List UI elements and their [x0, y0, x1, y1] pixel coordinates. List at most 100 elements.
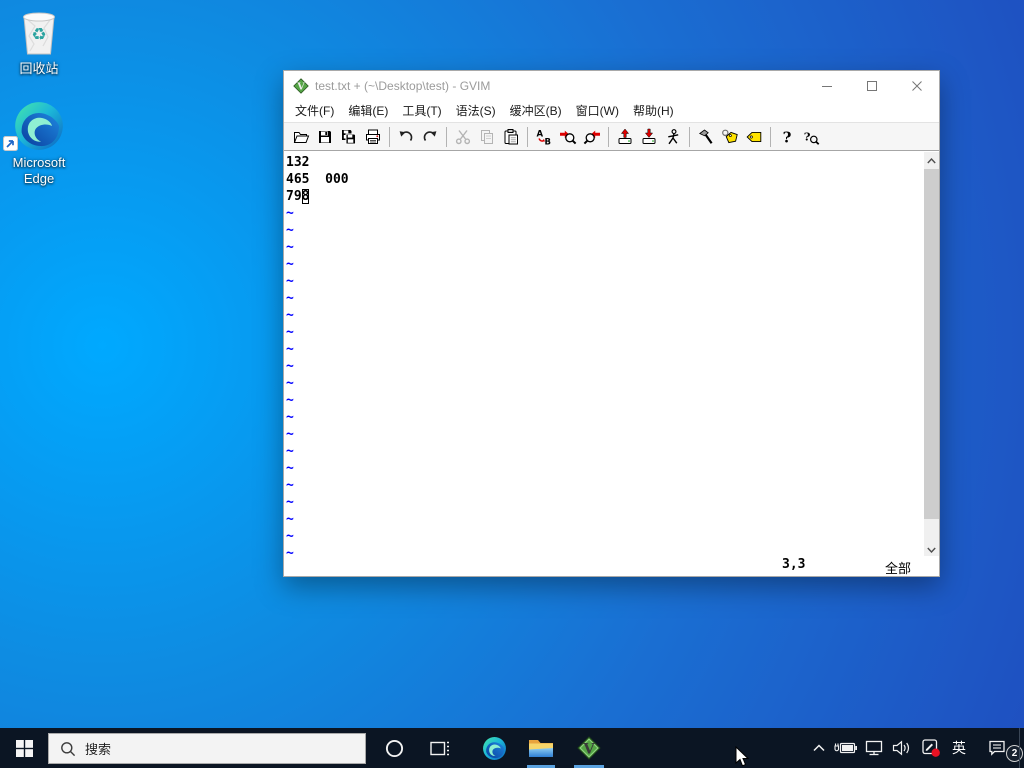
taskbar: 搜索 V — [0, 728, 1024, 768]
tilde-line: ~ — [286, 426, 925, 443]
chevron-up-icon — [927, 158, 936, 164]
toolbar-save-all-button[interactable] — [337, 125, 361, 149]
vim-app-icon: V — [293, 78, 309, 94]
tilde-line: ~ — [286, 273, 925, 290]
svg-text:B: B — [545, 137, 551, 146]
toolbar-build-tags-button[interactable] — [718, 125, 742, 149]
svg-text:?: ? — [804, 129, 811, 143]
open-icon — [292, 128, 310, 146]
menu-buffers[interactable]: 缓冲区(B) — [503, 101, 569, 122]
tilde-line: ~ — [286, 307, 925, 324]
save-icon — [316, 128, 334, 146]
taskbar-edge-button[interactable] — [474, 728, 514, 768]
action-center-button[interactable]: 2 — [978, 728, 1016, 768]
redo-icon — [421, 128, 439, 146]
mouse-cursor — [735, 746, 751, 768]
cut-icon — [454, 128, 472, 146]
desktop-icon-recycle-bin[interactable]: ♻ 回收站 — [0, 6, 78, 77]
menu-help[interactable]: 帮助(H) — [626, 101, 681, 122]
svg-text:V: V — [582, 740, 595, 757]
tilde-line: ~ — [286, 494, 925, 511]
task-view-icon — [430, 740, 450, 757]
toolbar-find-prev-button[interactable] — [580, 125, 604, 149]
close-icon — [912, 81, 922, 91]
taskbar-file-explorer-button[interactable] — [520, 728, 562, 768]
svg-text:?: ? — [783, 128, 792, 145]
tilde-line: ~ — [286, 205, 925, 222]
ime-language-label: 英 — [946, 738, 972, 758]
tilde-line: ~ — [286, 358, 925, 375]
taskbar-gvim-button[interactable]: V — [568, 728, 610, 768]
task-view-button[interactable] — [422, 728, 458, 768]
toolbar-paste-button[interactable] — [499, 125, 523, 149]
jump-tag-icon — [745, 128, 763, 146]
save-session-icon — [640, 128, 658, 146]
tilde-line: ~ — [286, 375, 925, 392]
tray-expand-button[interactable] — [806, 728, 832, 768]
show-desktop-button[interactable] — [1019, 728, 1024, 768]
buffer-line: 465 000 — [286, 171, 925, 188]
edge-label: Microsoft Edge — [0, 155, 78, 187]
toolbar-load-session-button[interactable] — [613, 125, 637, 149]
network-status-icon[interactable] — [860, 728, 888, 768]
close-button[interactable] — [894, 71, 939, 101]
toolbar-find-help-button[interactable]: ? — [799, 125, 823, 149]
search-placeholder: 搜索 — [85, 739, 111, 758]
gvim-text-area[interactable]: 132 465 000 798 ~~~~~~~~~~~~~~~~~~~~~ — [284, 152, 925, 558]
toolbar-find-next-button[interactable] — [556, 125, 580, 149]
gvim-titlebar[interactable]: V test.txt + (~\Desktop\test) - GVIM — [284, 71, 939, 101]
make-icon — [697, 128, 715, 146]
menu-window[interactable]: 窗口(W) — [569, 101, 626, 122]
tilde-line: ~ — [286, 477, 925, 494]
scroll-position-indicator: 全部 — [885, 558, 911, 577]
tilde-line: ~ — [286, 443, 925, 460]
load-session-icon — [616, 128, 634, 146]
help-icon: ? — [778, 128, 796, 146]
tilde-line: ~ — [286, 511, 925, 528]
maximize-button[interactable] — [849, 71, 894, 101]
toolbar-redo-button[interactable] — [418, 125, 442, 149]
ime-language-button[interactable]: 英 — [946, 728, 972, 768]
toolbar-jump-tag-button[interactable] — [742, 125, 766, 149]
svg-text:♻: ♻ — [31, 25, 46, 45]
menu-file[interactable]: 文件(F) — [288, 101, 341, 122]
toolbar-separator — [770, 127, 771, 147]
buffer-text: 79 — [286, 189, 302, 204]
toolbar-print-button[interactable] — [361, 125, 385, 149]
volume-button[interactable] — [888, 728, 916, 768]
edge-logo-icon — [0, 100, 78, 152]
start-button[interactable] — [0, 728, 48, 768]
desktop-icon-microsoft-edge[interactable]: Microsoft Edge — [0, 100, 78, 187]
scroll-up-button[interactable] — [924, 152, 939, 169]
gvim-statusbar: 3,3 全部 — [284, 556, 939, 576]
tilde-line: ~ — [286, 324, 925, 341]
menu-tools[interactable]: 工具(T) — [395, 101, 448, 122]
action-center-icon — [987, 738, 1007, 758]
tilde-line: ~ — [286, 290, 925, 307]
chevron-up-icon — [812, 743, 826, 753]
toolbar-save-button[interactable] — [313, 125, 337, 149]
vim-cursor: 8 — [302, 189, 310, 204]
toolbar-undo-button[interactable] — [394, 125, 418, 149]
taskbar-search-input[interactable]: 搜索 — [48, 733, 366, 764]
menu-edit[interactable]: 编辑(E) — [341, 101, 395, 122]
toolbar-save-session-button[interactable] — [637, 125, 661, 149]
ime-tool-button[interactable] — [916, 728, 946, 768]
toolbar-open-button[interactable] — [289, 125, 313, 149]
cortana-button[interactable] — [376, 728, 412, 768]
tilde-line: ~ — [286, 256, 925, 273]
toolbar-make-button[interactable] — [694, 125, 718, 149]
shortcut-arrow-icon — [3, 136, 18, 151]
print-icon — [364, 128, 382, 146]
maximize-icon — [867, 81, 877, 91]
toolbar-run-script-button[interactable] — [661, 125, 685, 149]
menu-syntax[interactable]: 语法(S) — [449, 101, 503, 122]
save-all-icon — [340, 128, 358, 146]
toolbar-find-replace-button[interactable]: AB — [532, 125, 556, 149]
battery-status-icon[interactable] — [832, 728, 860, 768]
minimize-button[interactable] — [804, 71, 849, 101]
vertical-scrollbar[interactable] — [924, 152, 939, 558]
minimize-icon — [822, 81, 832, 91]
scrollbar-thumb[interactable] — [924, 169, 939, 519]
toolbar-help-button[interactable]: ? — [775, 125, 799, 149]
